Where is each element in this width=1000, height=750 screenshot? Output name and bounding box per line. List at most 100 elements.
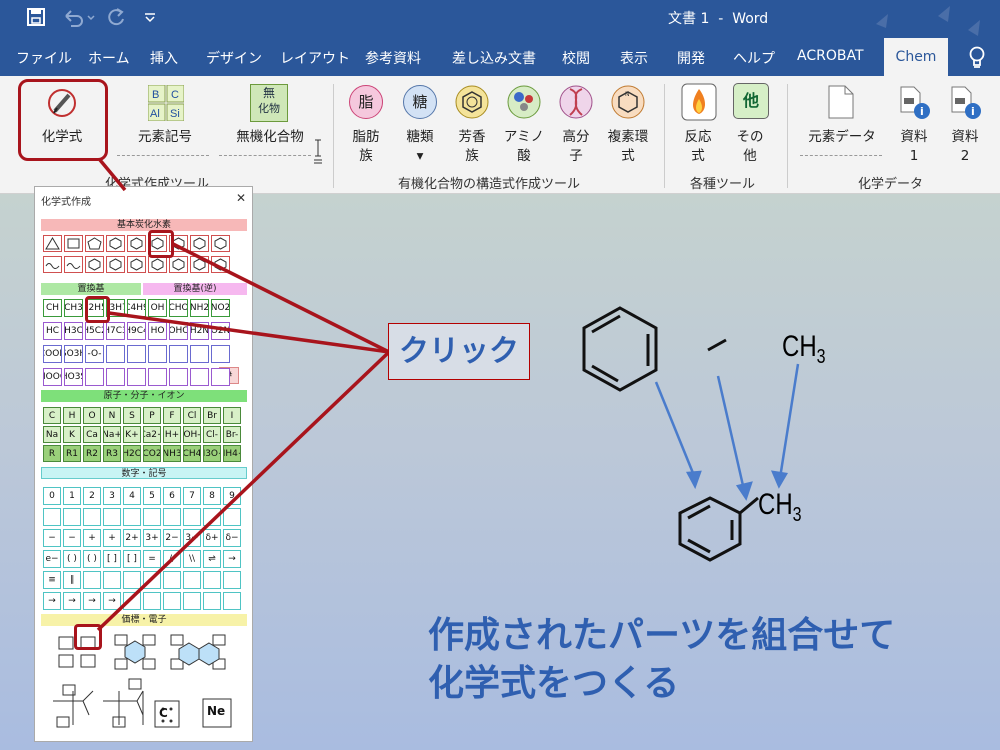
tab-references[interactable]: 参考資料 bbox=[365, 48, 421, 68]
symbol-button[interactable] bbox=[223, 592, 241, 610]
atom-button[interactable]: NH4+ bbox=[223, 445, 241, 462]
symbol-button[interactable]: ( ) bbox=[83, 550, 101, 568]
atom-button[interactable]: N bbox=[103, 407, 121, 424]
symbol-button[interactable]: + bbox=[103, 529, 121, 547]
atom-button[interactable]: Br bbox=[203, 407, 221, 424]
symbol-button[interactable] bbox=[223, 571, 241, 589]
symbol-button[interactable]: 2− bbox=[163, 529, 181, 547]
symbol-button[interactable]: + bbox=[83, 529, 101, 547]
substituent-button[interactable]: SO3H bbox=[64, 345, 83, 363]
substituent-button[interactable]: OH bbox=[148, 299, 167, 317]
symbol-button[interactable]: ≡ bbox=[43, 571, 61, 589]
symbol-button[interactable]: [ ] bbox=[103, 550, 121, 568]
atom-button[interactable]: H2O bbox=[123, 445, 141, 462]
symbol-button[interactable] bbox=[43, 508, 61, 526]
tab-file[interactable]: ファイル bbox=[16, 48, 72, 68]
symbol-button[interactable]: ( ) bbox=[63, 550, 81, 568]
sugars-button[interactable]: 糖 糖類 ▾ bbox=[394, 80, 446, 168]
tab-acrobat[interactable]: ACROBAT bbox=[797, 48, 864, 64]
aromatic-button[interactable]: 芳香 族 bbox=[446, 80, 498, 168]
symbol-button[interactable] bbox=[103, 571, 121, 589]
substituent-button[interactable]: -O- bbox=[85, 345, 104, 363]
substituent-button[interactable] bbox=[211, 345, 230, 363]
atom-button[interactable]: K+ bbox=[123, 426, 141, 443]
substituent-button[interactable]: CH bbox=[43, 299, 62, 317]
symbol-button[interactable]: 2+ bbox=[123, 529, 141, 547]
substituent-button[interactable] bbox=[106, 345, 125, 363]
substituent-button[interactable]: OHC bbox=[169, 322, 188, 340]
symbol-button[interactable] bbox=[123, 571, 141, 589]
atom-button[interactable]: C bbox=[43, 407, 61, 424]
hydrocarbon-shape-button[interactable] bbox=[106, 256, 125, 273]
symbol-button[interactable]: 1 bbox=[63, 487, 81, 505]
tab-layout[interactable]: レイアウト bbox=[280, 48, 350, 68]
atom-button[interactable]: Cl- bbox=[203, 426, 221, 443]
symbol-button[interactable]: 9 bbox=[223, 487, 241, 505]
symbol-button[interactable] bbox=[163, 508, 181, 526]
tab-developer[interactable]: 開発 bbox=[677, 48, 705, 68]
substituent-button[interactable]: H3C bbox=[64, 322, 83, 340]
symbol-button[interactable]: δ− bbox=[223, 529, 241, 547]
atom-button[interactable]: F bbox=[163, 407, 181, 424]
substituent-button[interactable]: COOH bbox=[43, 345, 62, 363]
symbol-button[interactable]: ∥ bbox=[63, 571, 81, 589]
symbol-button[interactable] bbox=[203, 592, 221, 610]
atom-button[interactable]: I bbox=[223, 407, 241, 424]
symbol-button[interactable] bbox=[183, 592, 201, 610]
hydrocarbon-shape-button[interactable] bbox=[127, 256, 146, 273]
substituent-button[interactable]: NO2 bbox=[211, 299, 230, 317]
substituent-button[interactable]: H5C2 bbox=[85, 322, 104, 340]
redo-icon[interactable] bbox=[107, 7, 127, 27]
undo-icon[interactable] bbox=[62, 8, 98, 28]
inorganic-compound-button[interactable]: 無 化物 無機化合物 bbox=[225, 80, 315, 160]
tab-review[interactable]: 校閲 bbox=[562, 48, 590, 68]
symbol-button[interactable] bbox=[203, 571, 221, 589]
atom-button[interactable]: H bbox=[63, 407, 81, 424]
substituent-button[interactable]: O2N bbox=[211, 322, 230, 340]
symbol-button[interactable] bbox=[63, 508, 81, 526]
tab-mailings[interactable]: 差し込み文書 bbox=[452, 48, 536, 68]
substituent-button[interactable]: CHO bbox=[169, 299, 188, 317]
polymer-button[interactable]: 高分 子 bbox=[550, 80, 602, 168]
symbol-button[interactable]: = bbox=[143, 550, 161, 568]
substituent-button[interactable]: H7C3 bbox=[106, 322, 125, 340]
symbol-button[interactable] bbox=[123, 508, 141, 526]
atom-button[interactable]: Ca bbox=[83, 426, 101, 443]
symbol-button[interactable] bbox=[183, 571, 201, 589]
reference1-button[interactable]: i 資料 1 bbox=[890, 80, 938, 168]
atom-button[interactable]: H+ bbox=[163, 426, 181, 443]
symbol-button[interactable] bbox=[83, 508, 101, 526]
tab-home[interactable]: ホーム bbox=[88, 48, 130, 68]
symbol-button[interactable] bbox=[143, 592, 161, 610]
substituent-button[interactable]: HOOC bbox=[43, 368, 62, 386]
symbol-button[interactable]: 4 bbox=[123, 487, 141, 505]
symbol-button[interactable] bbox=[163, 592, 181, 610]
symbol-button[interactable]: 3+ bbox=[143, 529, 161, 547]
tab-help[interactable]: ヘルプ bbox=[733, 48, 775, 68]
hydrocarbon-shape-button[interactable] bbox=[43, 235, 62, 252]
symbol-button[interactable]: e− bbox=[43, 550, 61, 568]
reaction-button[interactable]: 反応 式 bbox=[672, 80, 724, 168]
substituent-button[interactable] bbox=[169, 345, 188, 363]
substituent-button[interactable]: HC bbox=[43, 322, 62, 340]
symbol-button[interactable]: − bbox=[43, 529, 61, 547]
atom-button[interactable]: Ca2+ bbox=[143, 426, 161, 443]
substituent-button[interactable] bbox=[148, 368, 167, 386]
hydrocarbon-shape-button[interactable] bbox=[148, 256, 167, 273]
symbol-button[interactable]: 6 bbox=[163, 487, 181, 505]
element-data-button[interactable]: 元素データ bbox=[796, 80, 888, 160]
atom-button[interactable]: Na+ bbox=[103, 426, 121, 443]
amino-acid-button[interactable]: アミノ 酸 bbox=[498, 80, 550, 168]
symbol-button[interactable]: [ ] bbox=[123, 550, 141, 568]
symbol-button[interactable]: → bbox=[63, 592, 81, 610]
symbol-button[interactable] bbox=[143, 508, 161, 526]
symbol-button[interactable] bbox=[103, 508, 121, 526]
symbol-button[interactable] bbox=[163, 571, 181, 589]
hydrocarbon-shape-button[interactable] bbox=[43, 256, 62, 273]
hydrocarbon-shape-button[interactable] bbox=[169, 256, 188, 273]
substituent-button[interactable]: C4H9 bbox=[127, 299, 146, 317]
substituent-button[interactable] bbox=[127, 345, 146, 363]
electron-dot-ne[interactable]: Ne bbox=[207, 704, 225, 718]
tab-chem[interactable]: Chem bbox=[884, 38, 948, 76]
atom-button[interactable]: Cl bbox=[183, 407, 201, 424]
